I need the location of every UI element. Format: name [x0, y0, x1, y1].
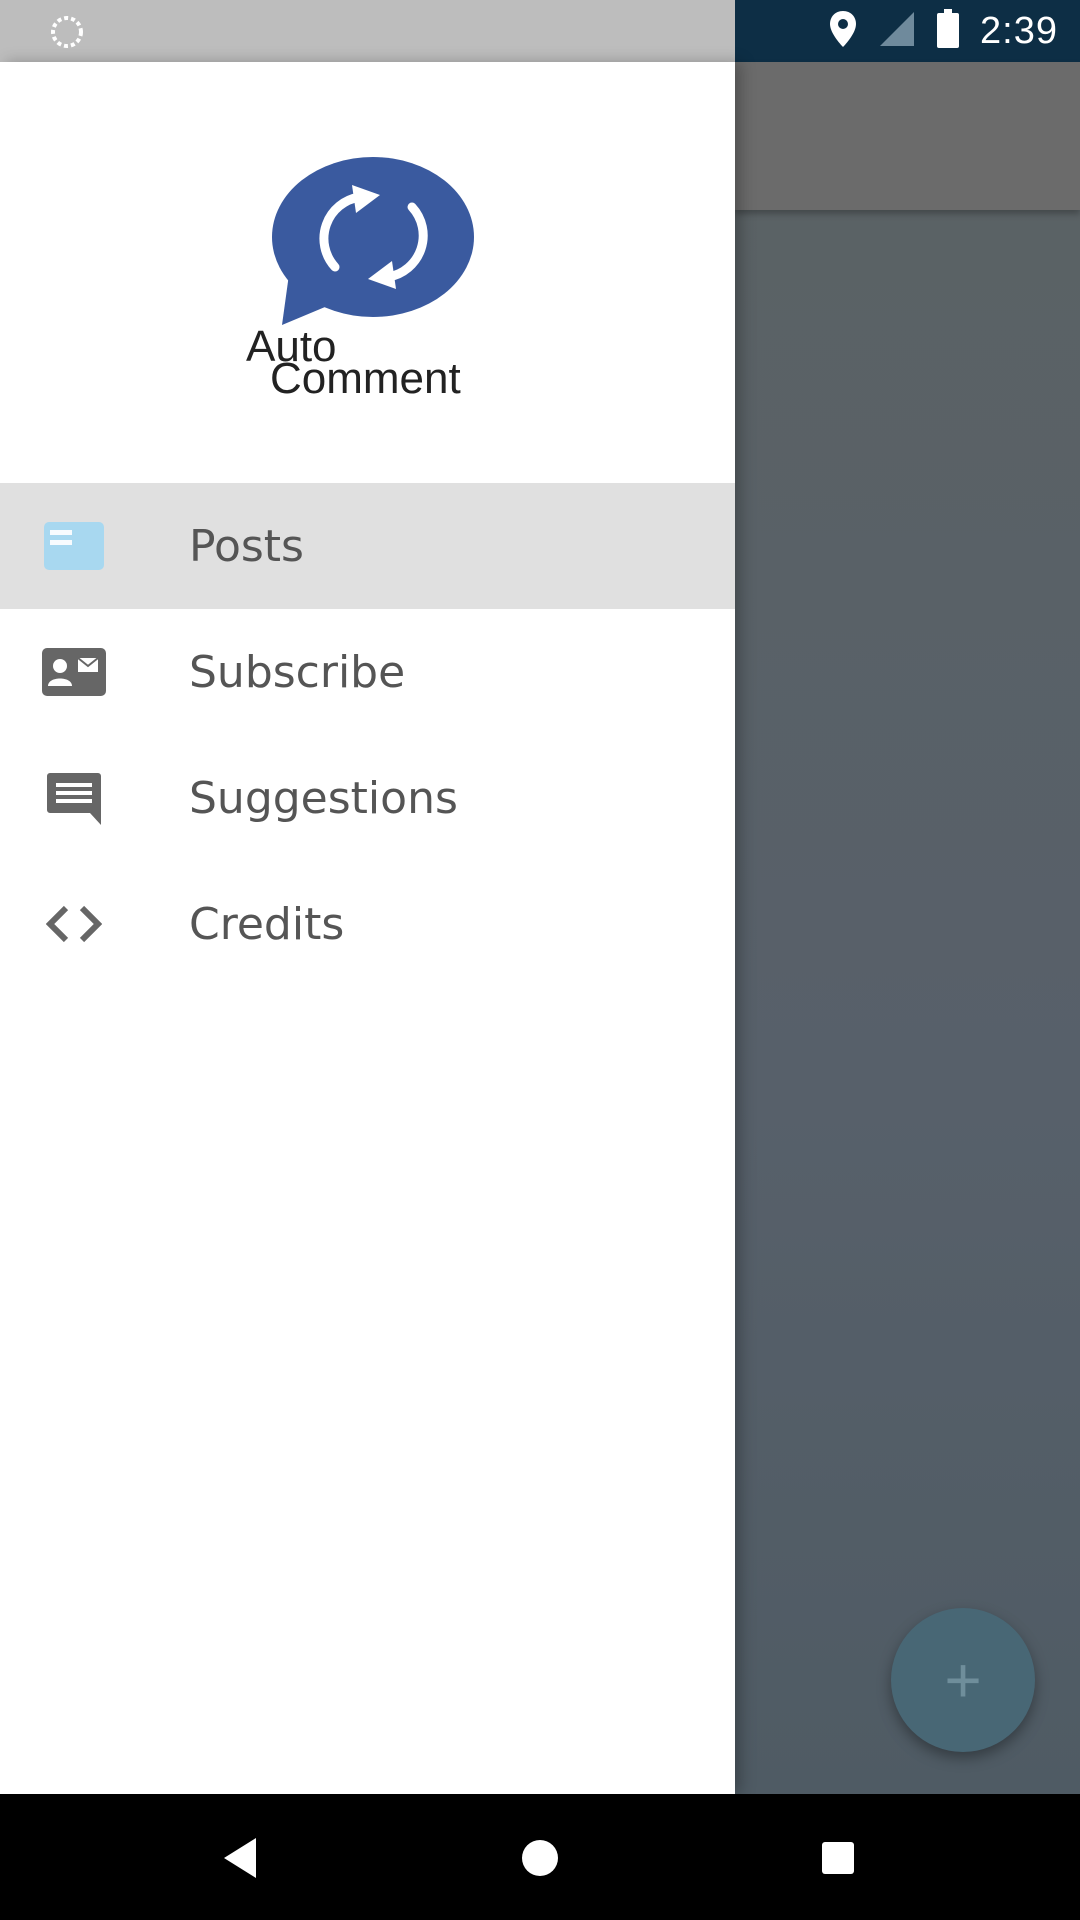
drawer-header: Auto Comment: [0, 62, 735, 483]
menu-label-posts: Posts: [189, 520, 304, 572]
recents-icon[interactable]: [810, 1830, 866, 1886]
battery-icon: [936, 8, 960, 54]
menu-item-posts[interactable]: Posts: [0, 483, 735, 609]
location-pin-icon: [828, 9, 858, 54]
back-icon[interactable]: [212, 1830, 268, 1886]
loading-circle-icon: [50, 15, 84, 49]
status-time: 2:39: [980, 9, 1058, 52]
plus-icon: +: [944, 1644, 982, 1716]
app-logo: Auto Comment: [240, 157, 490, 407]
menu-item-credits[interactable]: Credits: [0, 861, 735, 987]
add-fab-button[interactable]: +: [891, 1608, 1035, 1752]
menu-label-credits: Credits: [189, 898, 345, 950]
code-icon: [42, 898, 106, 950]
app-toolbar: [735, 62, 1080, 210]
contact-mail-icon: [42, 646, 106, 698]
system-navigation-bar: [0, 1794, 1080, 1920]
home-icon[interactable]: [512, 1830, 568, 1886]
signal-icon: [878, 10, 916, 53]
app-content-scrim[interactable]: +: [735, 62, 1080, 1794]
posts-icon: [42, 520, 106, 572]
logo-text-comment: Comment: [270, 354, 461, 403]
drawer-menu: Posts Subscribe Suggestions Credits: [0, 483, 735, 987]
menu-item-suggestions[interactable]: Suggestions: [0, 735, 735, 861]
chat-bubble-icon: [42, 772, 106, 825]
status-bar-tray: 2:39: [735, 0, 1080, 62]
navigation-drawer: Auto Comment Posts Subscribe Suggestions…: [0, 62, 735, 1794]
status-bar: 2:39: [0, 0, 1080, 62]
menu-label-subscribe: Subscribe: [189, 646, 406, 698]
menu-item-subscribe[interactable]: Subscribe: [0, 609, 735, 735]
menu-label-suggestions: Suggestions: [189, 772, 458, 824]
